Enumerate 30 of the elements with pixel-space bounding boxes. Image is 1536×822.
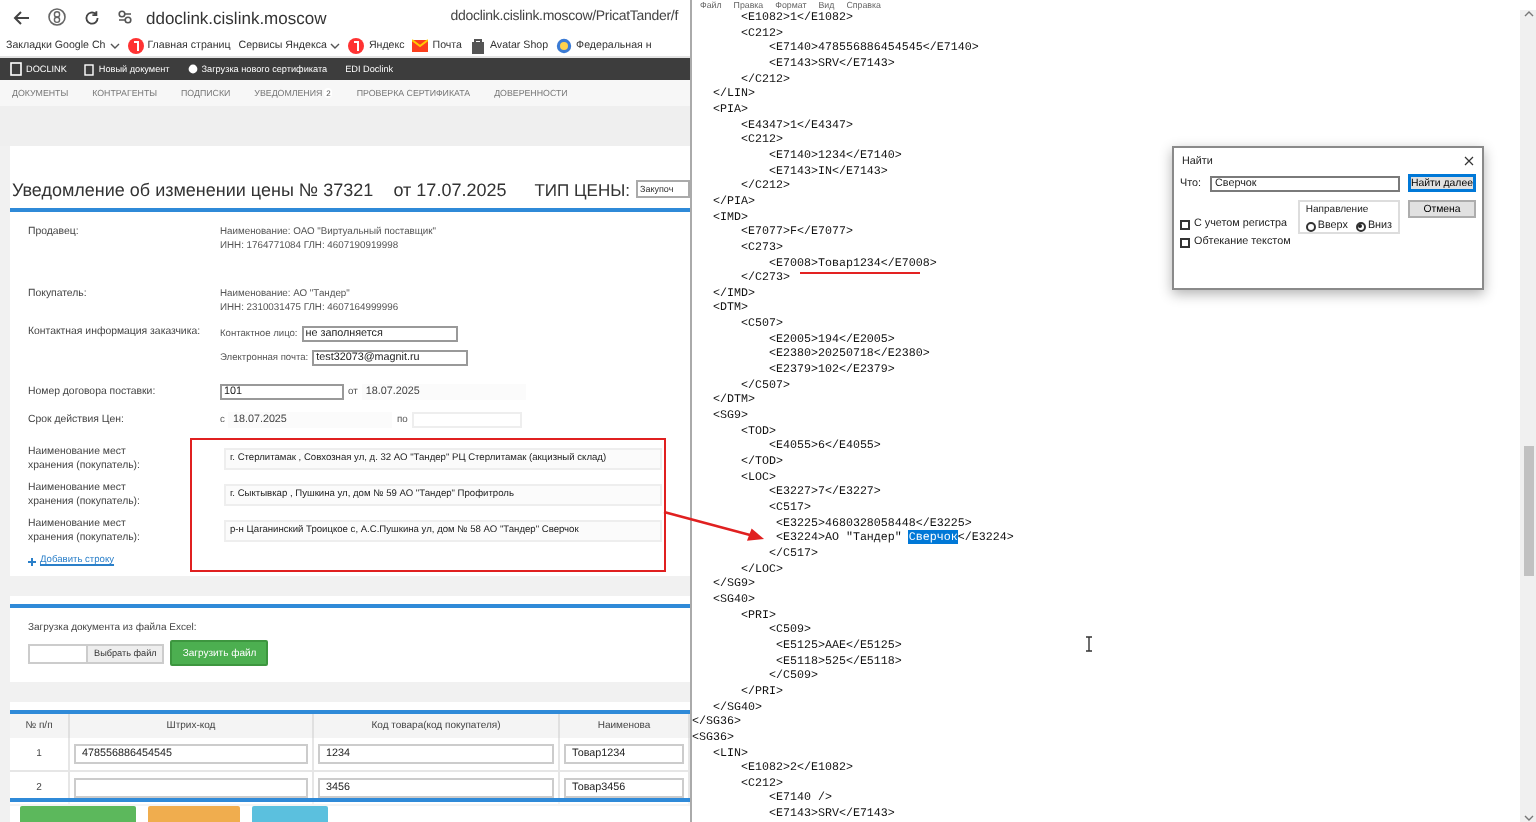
address-bar[interactable]: ddoclink.cislink.moscow [118,7,327,27]
caret-icon [109,41,120,49]
notice-date: от 17.07.2025 [393,180,507,200]
cell-input[interactable] [74,778,308,798]
document-icon [10,62,22,76]
text-cursor-icon [1084,636,1094,652]
annotation-underline [800,271,920,275]
checkbox[interactable] [1180,237,1190,247]
caret-icon [330,41,341,49]
notice-title: Уведомление об изменении цены № 37321 [12,180,374,200]
circle-icon [187,64,198,74]
bag-icon [469,37,486,53]
envelope-icon [412,37,429,53]
checkbox[interactable] [1180,219,1190,229]
back-icon[interactable] [12,9,30,25]
scroll-thumb[interactable] [1523,446,1533,576]
scroll-up-icon[interactable] [1523,10,1533,18]
annotation-arrow [663,510,764,541]
scroll-down-icon[interactable] [1523,814,1533,822]
radio-button[interactable] [1305,221,1316,231]
radio-button[interactable] [1355,221,1366,231]
document-icon [84,63,95,75]
scrollbar[interactable] [1520,10,1536,822]
close-icon[interactable] [1464,156,1474,166]
plus-icon [28,557,36,565]
circle-icon[interactable] [48,8,66,26]
globe-icon [556,37,573,53]
site-settings-icon[interactable] [118,10,132,24]
field-label: ТИП ЦЕНЫ: [534,180,630,200]
reload-icon[interactable] [84,9,100,25]
